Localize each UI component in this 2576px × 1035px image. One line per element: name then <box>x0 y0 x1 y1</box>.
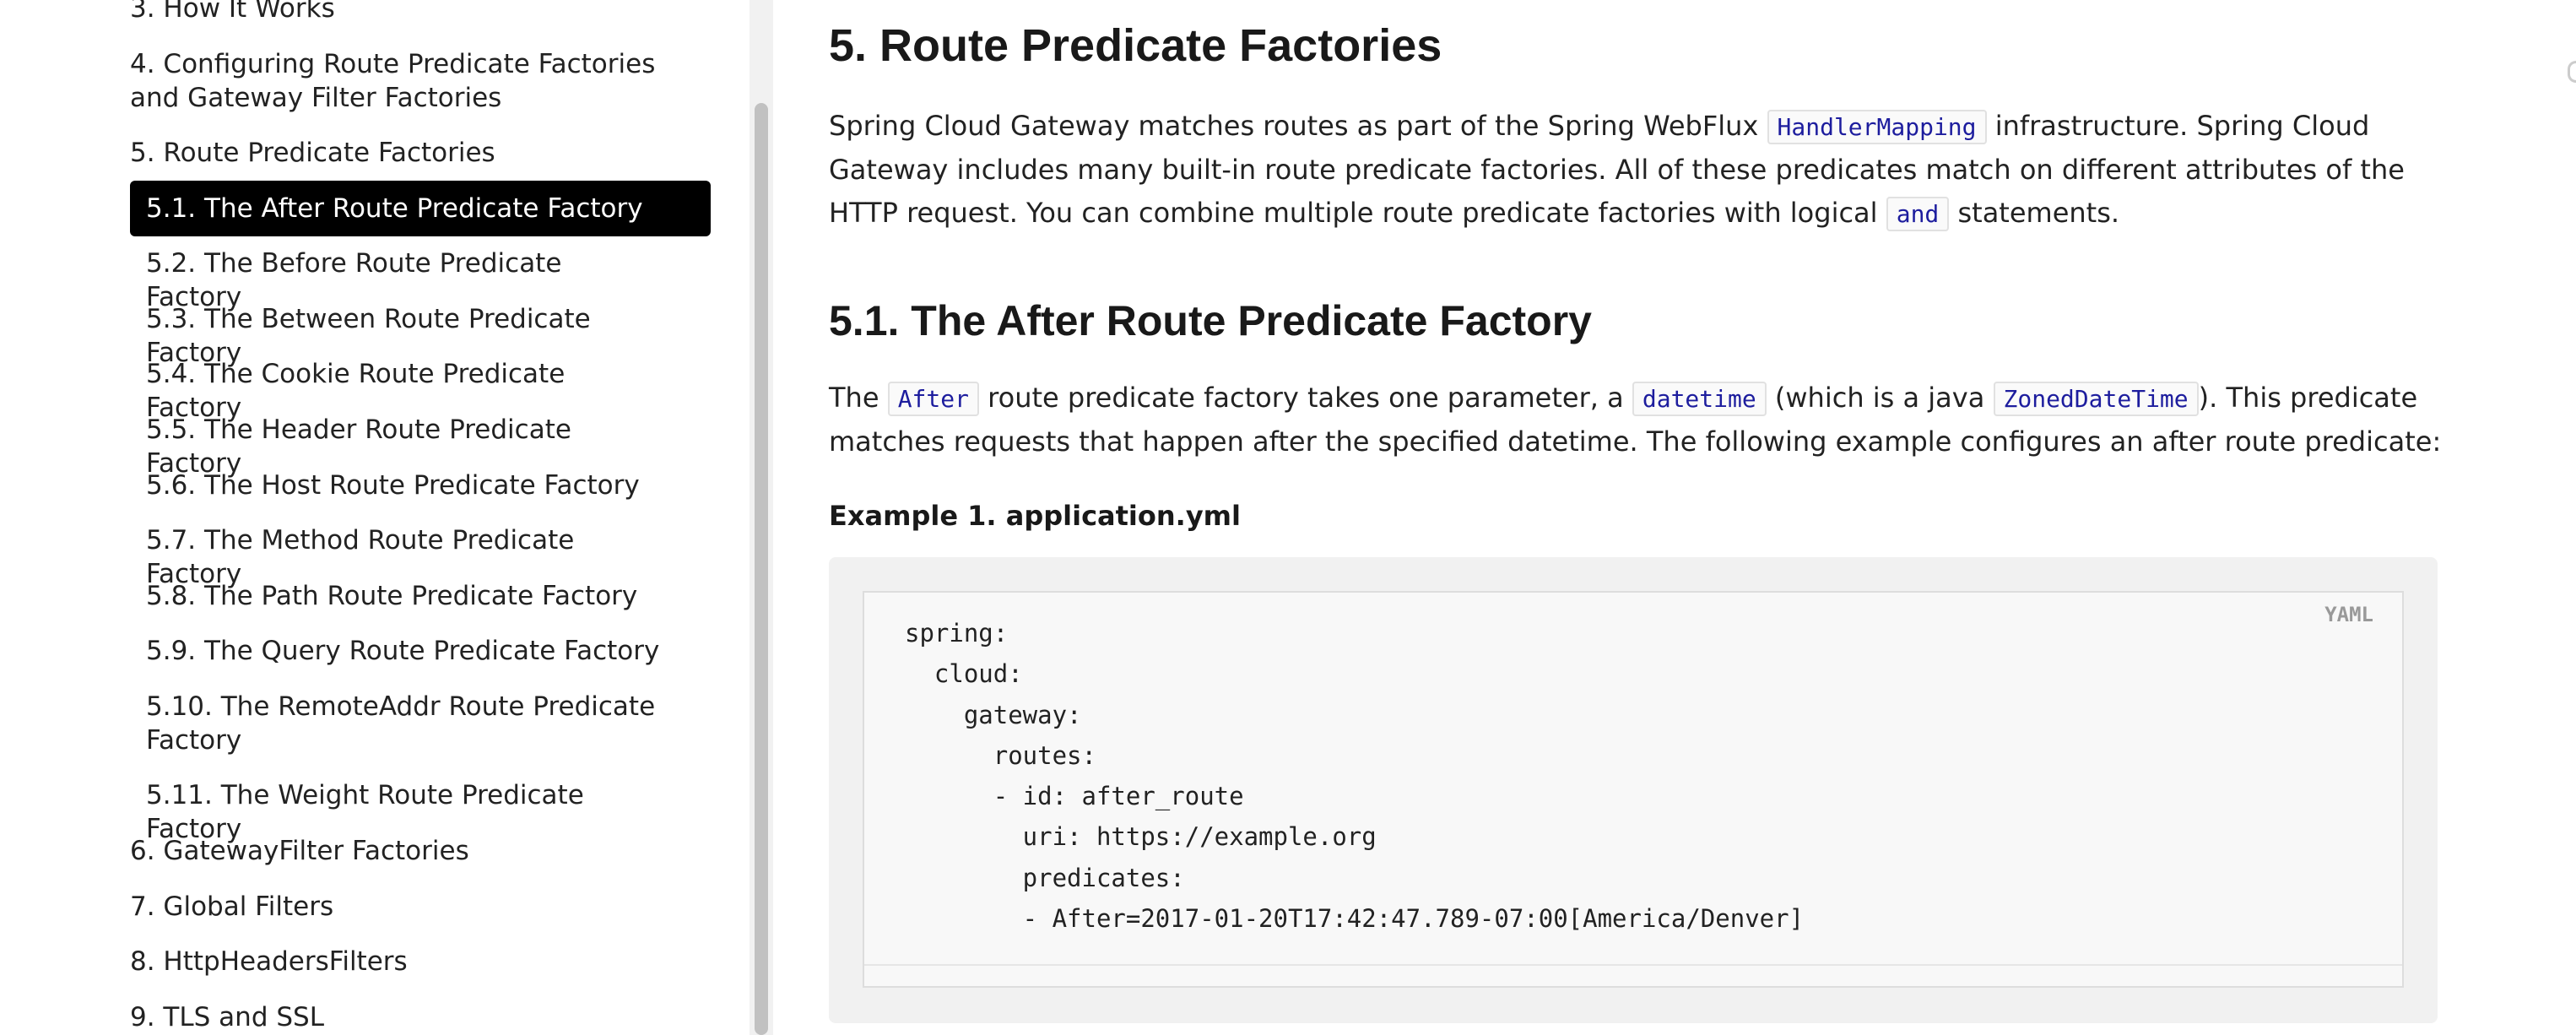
after-text-2: route predicate factory takes one parame… <box>978 382 1632 414</box>
intro-text-3: statements. <box>1949 197 2120 229</box>
code-line: gateway: <box>905 700 1082 729</box>
toc-item-configuring-factories[interactable]: 4. Configuring Route Predicate Factories… <box>130 47 670 115</box>
inline-code-zoneddatetime: ZonedDateTime <box>1993 382 2199 416</box>
edge-indicator-icon <box>2568 61 2576 83</box>
main-content: 5. Route Predicate Factories Spring Clou… <box>773 0 2576 1035</box>
code-block-divider <box>864 964 2402 966</box>
code-block[interactable]: YAML spring: cloud: gateway: routes: - i… <box>863 591 2404 988</box>
toc-item-httpheadersfilters[interactable]: 8. HttpHeadersFilters <box>130 945 670 978</box>
toc-item-query-predicate[interactable]: 5.9. The Query Route Predicate Factory <box>146 634 661 668</box>
toc-item-gatewayfilter-factories[interactable]: 6. GatewayFilter Factories <box>130 834 670 868</box>
code-line: cloud: <box>905 659 1023 689</box>
toc-item-host-predicate[interactable]: 5.6. The Host Route Predicate Factory <box>146 469 661 502</box>
section-title: 5. Route Predicate Factories <box>829 20 1442 71</box>
toc-item-route-predicate-factories[interactable]: 5. Route Predicate Factories <box>130 136 670 170</box>
after-text-1: The <box>829 382 888 414</box>
example-title: Example 1. application.yml <box>829 500 1241 532</box>
code-line: routes: <box>905 740 1096 770</box>
toc-item-remoteaddr-predicate[interactable]: 5.10. The RemoteAddr Route Predicate Fac… <box>146 690 661 757</box>
code-line: predicates: <box>905 863 1185 892</box>
subsection-title: 5.1. The After Route Predicate Factory <box>829 297 1592 344</box>
inline-code-handlermapping: HandlerMapping <box>1767 110 1987 144</box>
code-line: uri: https://example.org <box>905 822 1377 852</box>
sidebar-scrollbar-thumb[interactable] <box>755 103 768 1035</box>
toc-item-path-predicate[interactable]: 5.8. The Path Route Predicate Factory <box>146 579 661 613</box>
toc-item-after-predicate-active[interactable]: 5.1. The After Route Predicate Factory <box>130 181 711 236</box>
after-text-3: (which is a java <box>1766 382 1994 414</box>
inline-code-datetime: datetime <box>1632 382 1767 416</box>
intro-text-1: Spring Cloud Gateway matches routes as p… <box>829 110 1767 142</box>
intro-paragraph: Spring Cloud Gateway matches routes as p… <box>829 105 2449 236</box>
code-line: spring: <box>905 619 1009 648</box>
toc-item-tls-ssl[interactable]: 9. TLS and SSL <box>130 1000 670 1034</box>
after-predicate-paragraph: The After route predicate factory takes … <box>829 377 2449 463</box>
code-language-label: YAML <box>2324 603 2373 626</box>
inline-code-and: and <box>1886 197 1950 231</box>
code-line: - After=2017-01-20T17:42:47.789-07:00[Am… <box>905 904 1805 934</box>
example-block: YAML spring: cloud: gateway: routes: - i… <box>829 557 2438 1023</box>
docs-page: 3. How It Works 4. Configuring Route Pre… <box>0 0 2576 1035</box>
code-line: - id: after_route <box>905 782 1244 811</box>
toc-item-how-it-works[interactable]: 3. How It Works <box>130 0 670 25</box>
toc-item-global-filters[interactable]: 7. Global Filters <box>130 890 670 924</box>
toc-sidebar: 3. How It Works 4. Configuring Route Pre… <box>0 0 751 1035</box>
inline-code-after: After <box>887 382 979 416</box>
code-lines: spring: cloud: gateway: routes: - id: af… <box>905 613 1804 939</box>
